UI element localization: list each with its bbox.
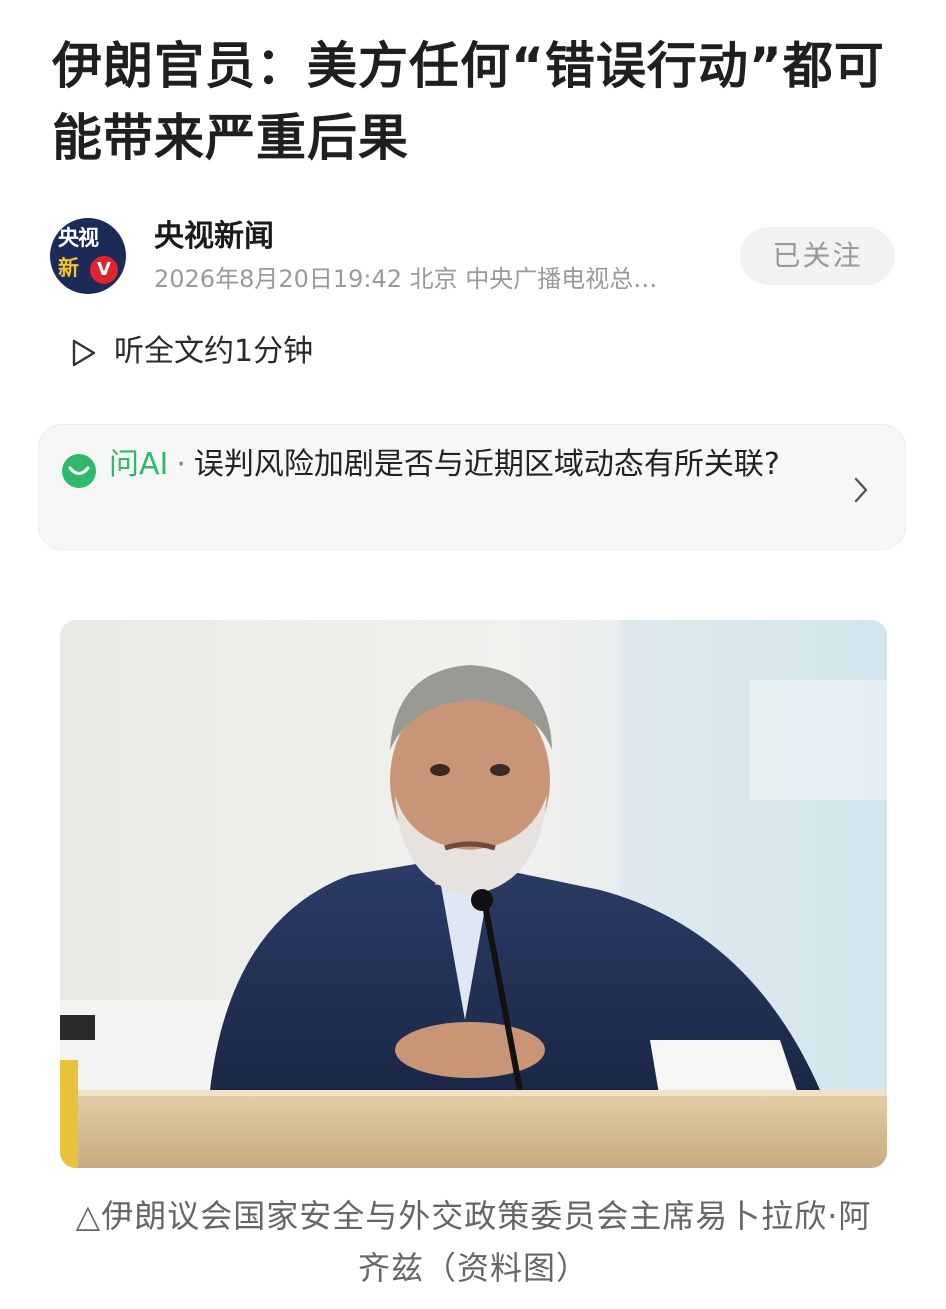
- source-avatar[interactable]: 央视 新 V: [50, 218, 126, 294]
- chevron-right-icon: [854, 477, 868, 503]
- play-outline-icon: [72, 339, 96, 367]
- avatar-text-line1: 央视: [58, 226, 99, 250]
- follow-button[interactable]: 已关注: [740, 227, 895, 285]
- photo-caption: △伊朗议会国家安全与外交政策委员会主席易卜拉欣·阿齐兹（资料图）: [75, 1197, 872, 1287]
- article-photo[interactable]: [60, 620, 887, 1168]
- ask-ai-question: 误判风险加剧是否与近期区域动态有所关联?: [193, 447, 780, 482]
- ask-ai-card[interactable]: 问AI · 误判风险加剧是否与近期区域动态有所关联?: [38, 424, 906, 550]
- ask-ai-label: 问AI: [109, 447, 169, 482]
- verified-badge-icon: V: [90, 256, 118, 284]
- source-name[interactable]: 央视新闻: [154, 217, 274, 257]
- ask-ai-separator: ·: [176, 447, 186, 482]
- publish-meta: 2026年8月20日19:42 北京 中央广播电视总…: [154, 265, 658, 293]
- listen-label: 听全文约1分钟: [114, 334, 314, 369]
- article-title: 伊朗官员：美方任何“错误行动”都可能带来严重后果: [52, 37, 885, 167]
- avatar-text-line2: 新: [58, 256, 79, 280]
- ai-chat-icon: [62, 454, 96, 488]
- official-portrait-image: [60, 620, 887, 1168]
